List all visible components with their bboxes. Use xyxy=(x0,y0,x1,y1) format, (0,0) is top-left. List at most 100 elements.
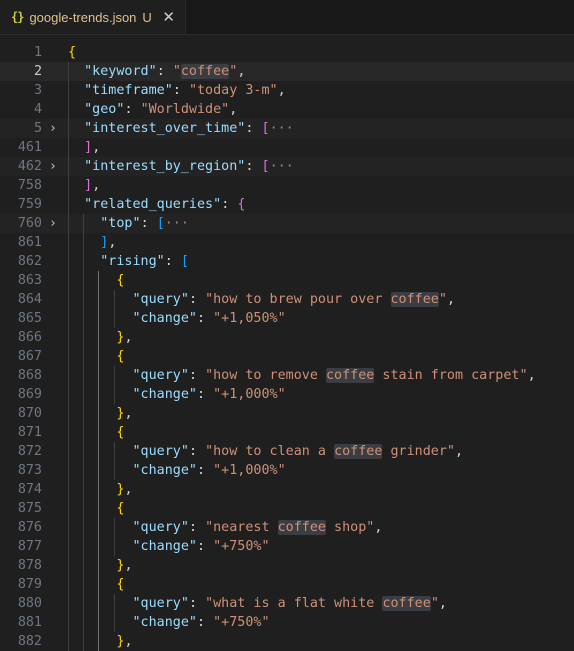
line-number: 758 xyxy=(17,178,42,193)
code-token: , xyxy=(124,406,133,421)
code-token: : xyxy=(140,216,157,231)
close-icon[interactable]: ✕ xyxy=(162,8,175,26)
code-token: "how to brew pour over coffee" xyxy=(205,292,447,307)
code-line[interactable]: 872 "query": "how to clean a coffee grin… xyxy=(0,442,574,461)
code-line[interactable]: 462 › "interest_by_region": [··· xyxy=(0,157,574,176)
code-line[interactable]: 870 }, xyxy=(0,404,574,423)
code-token: "query" xyxy=(132,444,189,459)
line-number: 869 xyxy=(17,387,42,402)
code-token: : xyxy=(188,292,206,307)
code-token: "Worldwide" xyxy=(140,102,230,117)
code-line[interactable]: 869 "change": "+1,000%" xyxy=(0,385,574,404)
code-line[interactable]: 865 "change": "+1,050%" xyxy=(0,309,574,328)
code-editor[interactable]: 1{2 "keyword": "coffee", 3 "timeframe": "… xyxy=(0,35,574,651)
code-line[interactable]: 876 "query": "nearest coffee shop", xyxy=(0,518,574,537)
fold-chevron-icon[interactable]: › xyxy=(49,119,57,138)
code-line[interactable]: 868 "query": "how to remove coffee stain… xyxy=(0,366,574,385)
code-token: "change" xyxy=(132,539,198,554)
code-text: }, xyxy=(68,328,132,347)
code-line[interactable]: 760 › "top": [··· xyxy=(0,214,574,233)
code-token: , xyxy=(438,596,447,611)
code-text: ], xyxy=(68,233,116,252)
code-line[interactable]: 2 "keyword": "coffee", xyxy=(0,62,574,81)
line-number: 872 xyxy=(17,444,42,459)
code-token: "coffee" xyxy=(172,64,238,79)
code-token: "today 3-m" xyxy=(188,83,278,98)
code-line[interactable]: 1{ xyxy=(0,43,574,62)
tab-file-name[interactable]: google-trends.json xyxy=(29,10,136,25)
line-number: 759 xyxy=(17,197,42,212)
code-line[interactable]: 879 { xyxy=(0,575,574,594)
code-token: "how to clean a coffee grinder" xyxy=(205,444,455,459)
code-line[interactable]: 3 "timeframe": "today 3-m", xyxy=(0,81,574,100)
code-text: "query": "how to brew pour over coffee", xyxy=(68,290,455,309)
code-line[interactable]: 4 "geo": "Worldwide", xyxy=(0,100,574,119)
fold-chevron-icon[interactable]: › xyxy=(49,214,57,233)
fold-chevron-icon[interactable]: › xyxy=(49,157,57,176)
code-line[interactable]: 873 "change": "+1,000%" xyxy=(0,461,574,480)
code-text: ], xyxy=(68,176,100,195)
code-line[interactable]: 875 { xyxy=(0,499,574,518)
line-number: 862 xyxy=(17,254,42,269)
code-line[interactable]: 882 }, xyxy=(0,632,574,651)
code-token: , xyxy=(124,634,133,649)
code-line[interactable]: 866 }, xyxy=(0,328,574,347)
code-text: { xyxy=(68,423,124,442)
code-token: "query" xyxy=(132,596,189,611)
code-token: : xyxy=(197,539,214,554)
code-line[interactable]: 877 "change": "+750%" xyxy=(0,537,574,556)
code-text: { xyxy=(68,347,124,366)
code-token: ··· xyxy=(269,121,294,136)
code-token: : xyxy=(164,254,181,269)
line-number: 875 xyxy=(17,501,42,516)
line-number: 874 xyxy=(17,482,42,497)
code-line[interactable]: 867 { xyxy=(0,347,574,366)
code-line[interactable]: 759 "related_queries": { xyxy=(0,195,574,214)
code-line[interactable]: 864 "query": "how to brew pour over coff… xyxy=(0,290,574,309)
code-line[interactable]: 461 ], xyxy=(0,138,574,157)
code-line[interactable]: 5 › "interest_over_time": [··· xyxy=(0,119,574,138)
code-text: "query": "how to clean a coffee grinder"… xyxy=(68,442,463,461)
code-text: "change": "+1,000%" xyxy=(68,385,286,404)
code-line[interactable]: 880 "query": "what is a flat white coffe… xyxy=(0,594,574,613)
code-line[interactable]: 871 { xyxy=(0,423,574,442)
code-line[interactable]: 758 ], xyxy=(0,176,574,195)
code-token: "nearest coffee shop" xyxy=(205,520,375,535)
code-line[interactable]: 863 { xyxy=(0,271,574,290)
line-number: 879 xyxy=(17,577,42,592)
code-token: "interest_by_region" xyxy=(84,159,246,174)
code-line[interactable]: 881 "change": "+750%" xyxy=(0,613,574,632)
code-text: "geo": "Worldwide", xyxy=(68,100,237,119)
code-text: "query": "what is a flat white coffee", xyxy=(68,594,447,613)
line-number: 861 xyxy=(17,235,42,250)
line-number: 864 xyxy=(17,292,42,307)
code-token: "query" xyxy=(132,368,189,383)
code-text: "query": "how to remove coffee stain fro… xyxy=(68,366,536,385)
indent-guide xyxy=(113,442,115,480)
code-token: , xyxy=(108,235,117,250)
line-number: 863 xyxy=(17,273,42,288)
editor-tab[interactable]: {} google-trends.json U ✕ xyxy=(0,0,186,34)
code-line[interactable]: 874 }, xyxy=(0,480,574,499)
code-token: "+1,000%" xyxy=(213,387,286,402)
code-line[interactable]: 862 "rising": [ xyxy=(0,252,574,271)
code-token: : xyxy=(197,311,214,326)
code-token: "top" xyxy=(100,216,141,231)
code-token: [ xyxy=(261,159,270,174)
code-token: : xyxy=(172,83,189,98)
code-line[interactable]: 861 ], xyxy=(0,233,574,252)
code-line[interactable]: 878 }, xyxy=(0,556,574,575)
code-text: { xyxy=(68,575,124,594)
code-token: : xyxy=(188,444,206,459)
